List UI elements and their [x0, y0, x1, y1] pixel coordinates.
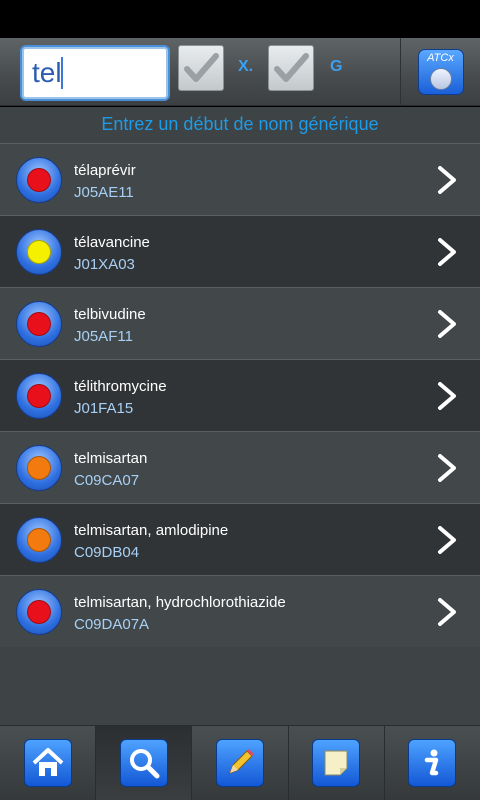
item-name: télaprévir [74, 162, 136, 179]
filter-g-label: G [330, 58, 343, 75]
status-dot-icon [16, 589, 62, 635]
chevron-right-icon [438, 526, 456, 554]
pencil-icon [216, 739, 264, 787]
item-name: telbivudine [74, 306, 146, 323]
list-item[interactable]: telbivudine J05AF11 [0, 287, 480, 359]
status-dot-icon [16, 157, 62, 203]
chevron-right-icon [438, 310, 456, 338]
magnifier-icon [129, 749, 160, 779]
status-dot-icon [16, 301, 62, 347]
list-item[interactable]: télaprévir J05AE11 [0, 143, 480, 215]
status-dot-color [27, 600, 51, 624]
top-bar: X. G ATCx [0, 38, 480, 106]
info-glyph-icon [425, 749, 439, 776]
atc-button[interactable]: ATCx [400, 38, 480, 106]
chevron-right-icon [438, 166, 456, 194]
item-code: C09DB04 [74, 544, 140, 561]
hint-text: Entrez un début de nom générique [101, 114, 379, 134]
note-glyph-icon [324, 750, 348, 776]
status-dot-color [27, 168, 51, 192]
pencil-glyph-icon [229, 749, 254, 774]
filter-x-checkbox[interactable] [178, 45, 224, 91]
item-code: J05AF11 [74, 328, 133, 345]
status-dot-color [27, 384, 51, 408]
item-name: telmisartan, hydrochlorothiazide [74, 594, 286, 611]
status-dot-icon [16, 445, 62, 491]
note-icon [312, 739, 361, 787]
item-name: télavancine [74, 234, 150, 251]
chevron-right-icon [438, 598, 456, 626]
results-list: télaprévir J05AE11 télavancine J01XA03 t… [0, 143, 480, 647]
empty-list-area [0, 647, 480, 725]
status-dot-icon [16, 373, 62, 419]
status-dot-color [27, 456, 51, 480]
item-name: telmisartan, amlodipine [74, 522, 229, 539]
item-code: C09CA07 [74, 472, 140, 489]
tab-notes[interactable] [289, 726, 385, 800]
tab-edit[interactable] [192, 726, 289, 800]
atc-icon: ATCx [417, 49, 464, 95]
search-icon [119, 739, 168, 787]
item-name: télithromycine [74, 378, 167, 395]
text-cursor [61, 57, 63, 89]
database-icon [429, 68, 452, 90]
chevron-right-icon [438, 454, 456, 482]
tab-bar [0, 725, 480, 800]
list-item[interactable]: telmisartan, hydrochlorothiazide C09DA07… [0, 575, 480, 647]
status-dot-color [27, 528, 51, 552]
home-icon [23, 739, 72, 787]
item-code: C09DA07A [74, 616, 150, 633]
tab-home[interactable] [0, 726, 97, 800]
chevron-right-icon [438, 382, 456, 410]
item-name: telmisartan [74, 450, 148, 467]
home-glyph-icon [32, 748, 63, 776]
status-bar [0, 0, 480, 38]
atc-label: ATCx [427, 52, 454, 64]
item-code: J01FA15 [74, 400, 134, 417]
checkmark-icon [274, 53, 309, 82]
status-dot-icon [16, 517, 62, 563]
list-item[interactable]: télithromycine J01FA15 [0, 359, 480, 431]
list-item[interactable]: telmisartan C09CA07 [0, 431, 480, 503]
status-dot-icon [16, 229, 62, 275]
item-code: J01XA03 [74, 256, 135, 273]
search-input[interactable] [20, 45, 170, 101]
status-dot-color [27, 312, 51, 336]
filter-g-checkbox[interactable] [268, 45, 314, 91]
hint-bar: Entrez un début de nom générique [0, 107, 480, 143]
item-code: J05AE11 [74, 184, 134, 201]
list-item[interactable]: télavancine J01XA03 [0, 215, 480, 287]
list-item[interactable]: telmisartan, amlodipine C09DB04 [0, 503, 480, 575]
tab-search[interactable] [96, 726, 193, 800]
filter-x-label: X. [238, 58, 254, 75]
checkmark-icon [184, 53, 219, 82]
info-icon [408, 739, 457, 787]
chevron-right-icon [438, 238, 456, 266]
status-dot-color [27, 240, 51, 264]
tab-info[interactable] [385, 726, 480, 800]
